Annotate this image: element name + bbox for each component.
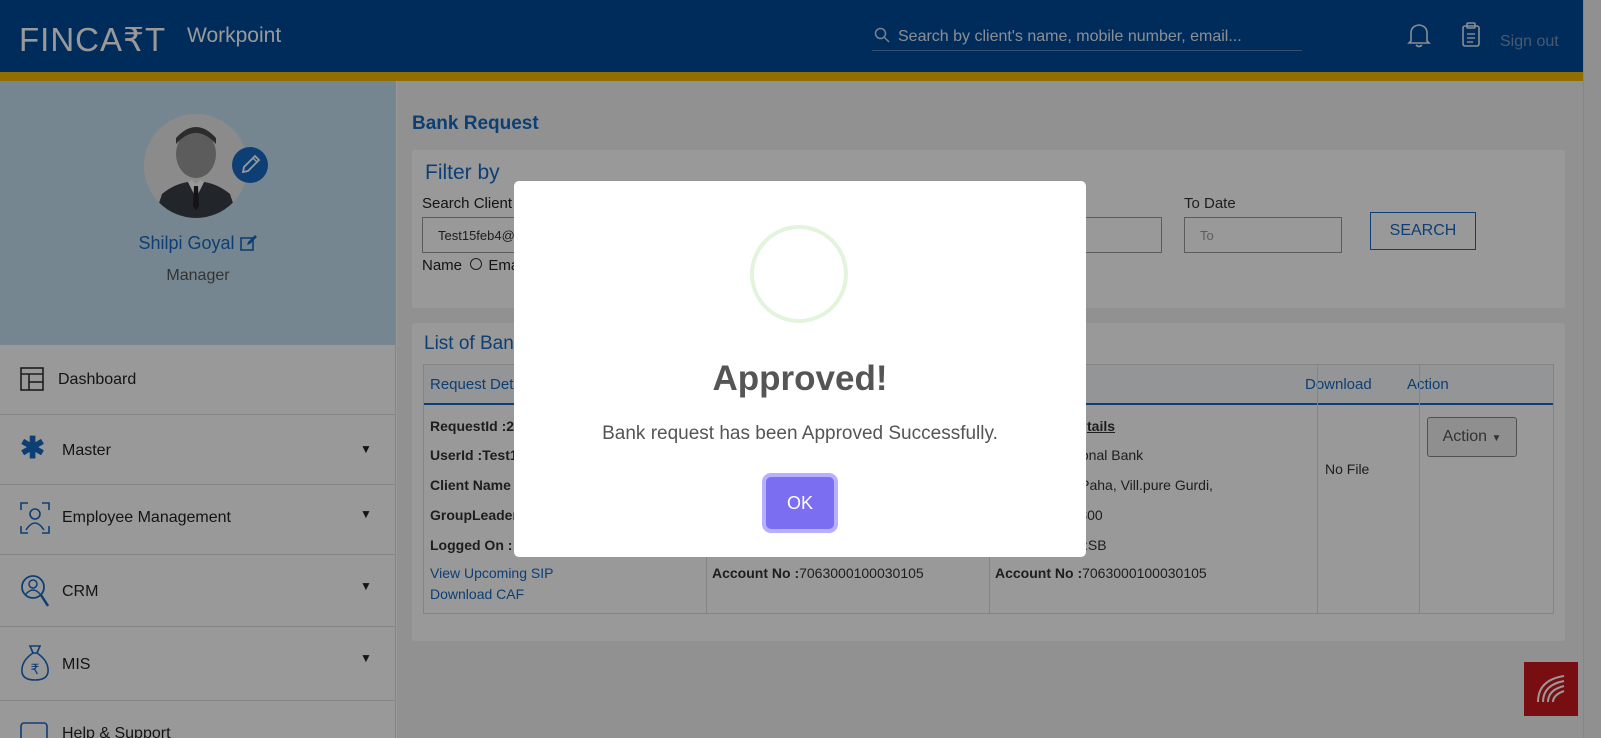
dialog-message: Bank request has been Approved Successfu…	[602, 423, 998, 444]
dialog-title: Approved!	[712, 359, 888, 398]
ok-button[interactable]: OK	[766, 477, 834, 529]
success-dialog: Approved! Bank request has been Approved…	[514, 181, 1086, 557]
success-icon	[750, 225, 848, 323]
